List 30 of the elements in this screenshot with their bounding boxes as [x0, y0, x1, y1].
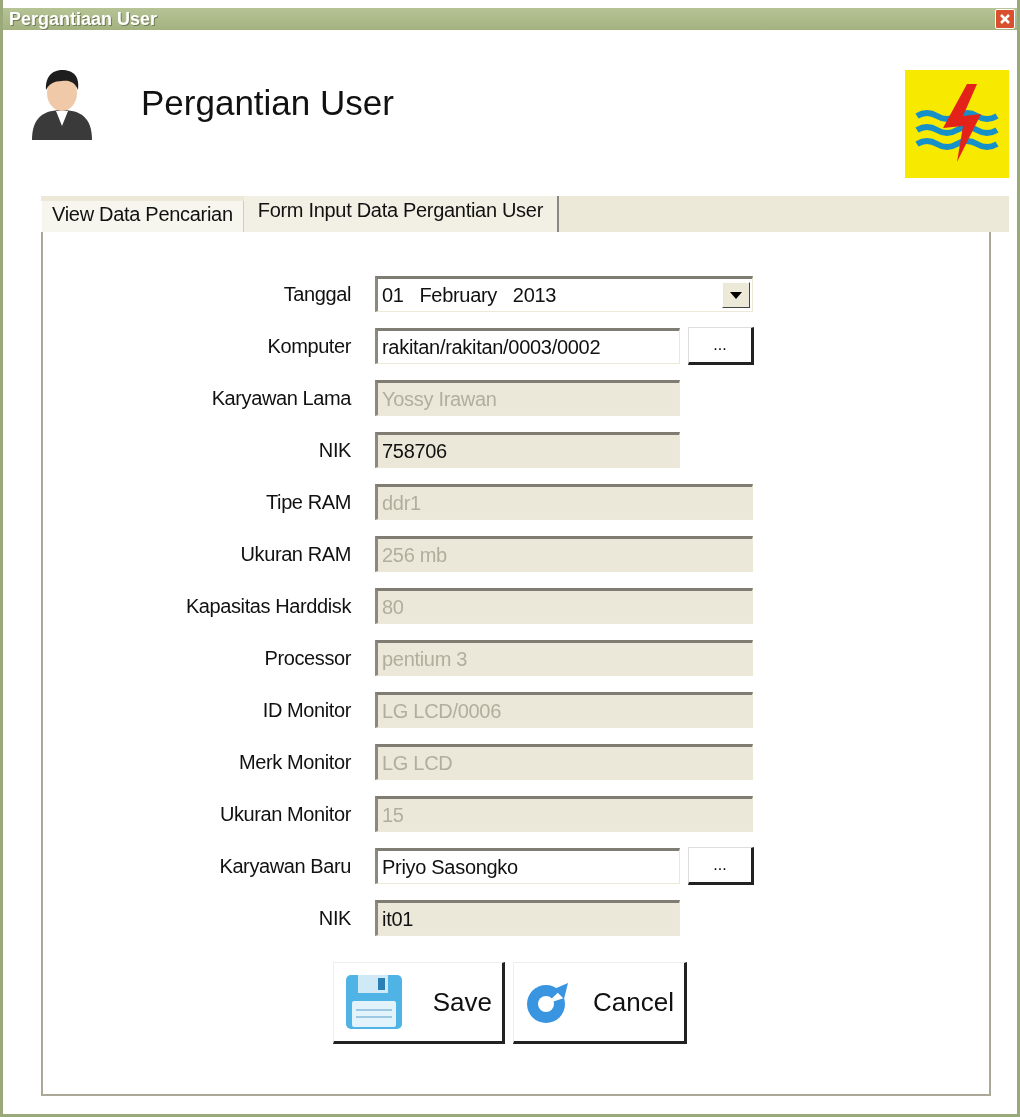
- browse-button[interactable]: ...: [688, 847, 754, 885]
- close-button[interactable]: [995, 9, 1015, 29]
- browse-button[interactable]: ...: [688, 327, 754, 365]
- field-label: Komputer: [266, 334, 351, 358]
- field-label: Merk Monitor: [238, 750, 351, 774]
- field-label: ID Monitor: [261, 698, 351, 722]
- tab[interactable]: View Data Pencarian: [41, 201, 244, 232]
- window-title: Pergantiaan User: [9, 8, 158, 30]
- field-label: Ukuran Monitor: [218, 802, 351, 826]
- field-label: Ukuran RAM: [239, 542, 351, 566]
- dropdown-button[interactable]: [722, 282, 750, 308]
- field-label: NIK: [317, 906, 351, 930]
- cancel-button[interactable]: Cancel: [513, 962, 687, 1044]
- input-field[interactable]: it01: [375, 900, 680, 936]
- field-label: Karyawan Baru: [218, 854, 351, 878]
- input-field[interactable]: Priyo Sasongko: [375, 848, 680, 884]
- field-label: NIK: [317, 438, 351, 462]
- field-label: Karyawan Lama: [210, 386, 351, 410]
- tab[interactable]: Form Input Data Pergantian User: [243, 196, 559, 232]
- input-field[interactable]: rakitan/rakitan/0003/0002: [375, 328, 680, 364]
- field-label: Tipe RAM: [265, 490, 351, 514]
- field-label: Processor: [263, 646, 351, 670]
- page-title: Pergantian User: [141, 83, 395, 123]
- input-field[interactable]: 758706: [375, 432, 680, 468]
- date-dropdown[interactable]: 01 February 2013: [375, 276, 753, 312]
- save-button[interactable]: Save: [333, 962, 505, 1044]
- close-icon: [999, 13, 1011, 25]
- field-label: Kapasitas Harddisk: [184, 594, 351, 618]
- caret-icon: [730, 291, 742, 299]
- field-label: Tanggal: [282, 282, 351, 306]
